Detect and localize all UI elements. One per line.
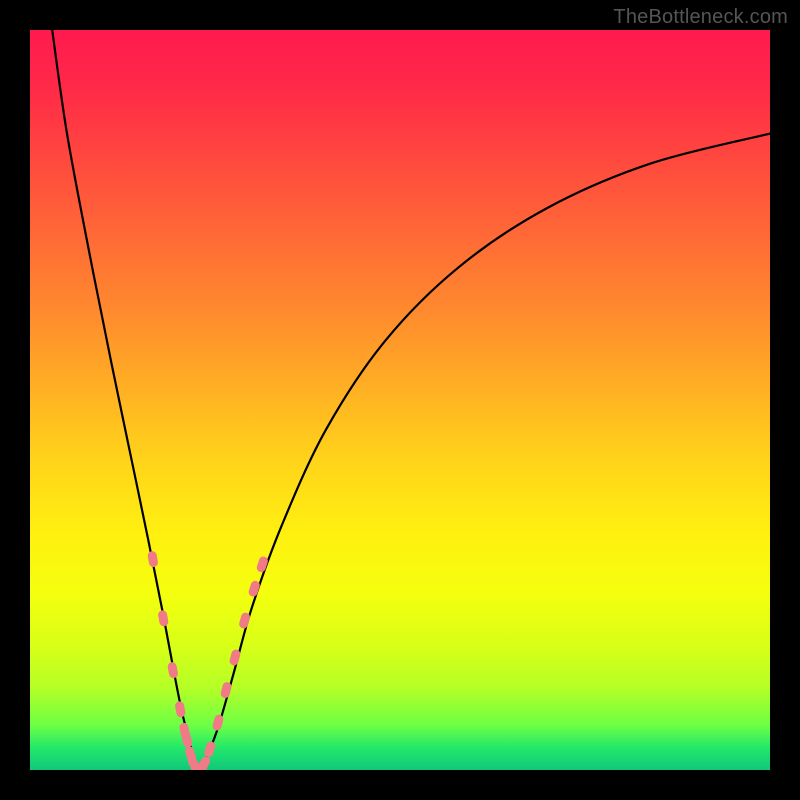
curve-left-group bbox=[52, 30, 200, 770]
highlight-dot bbox=[203, 740, 217, 758]
highlight-dot bbox=[174, 701, 186, 718]
highlight-dot bbox=[147, 550, 159, 567]
highlight-dot bbox=[167, 661, 179, 678]
curve-svg bbox=[30, 30, 770, 770]
highlight-dot bbox=[196, 755, 212, 770]
chart-frame: TheBottleneck.com bbox=[0, 0, 800, 800]
curve-right-group bbox=[200, 134, 770, 770]
curve-left bbox=[52, 30, 200, 770]
highlight-dots bbox=[147, 550, 269, 770]
highlight-dot bbox=[157, 610, 169, 627]
curve-right bbox=[200, 134, 770, 770]
plot-area bbox=[30, 30, 770, 770]
highlight-dot bbox=[248, 580, 261, 598]
watermark-label: TheBottleneck.com bbox=[613, 6, 788, 29]
